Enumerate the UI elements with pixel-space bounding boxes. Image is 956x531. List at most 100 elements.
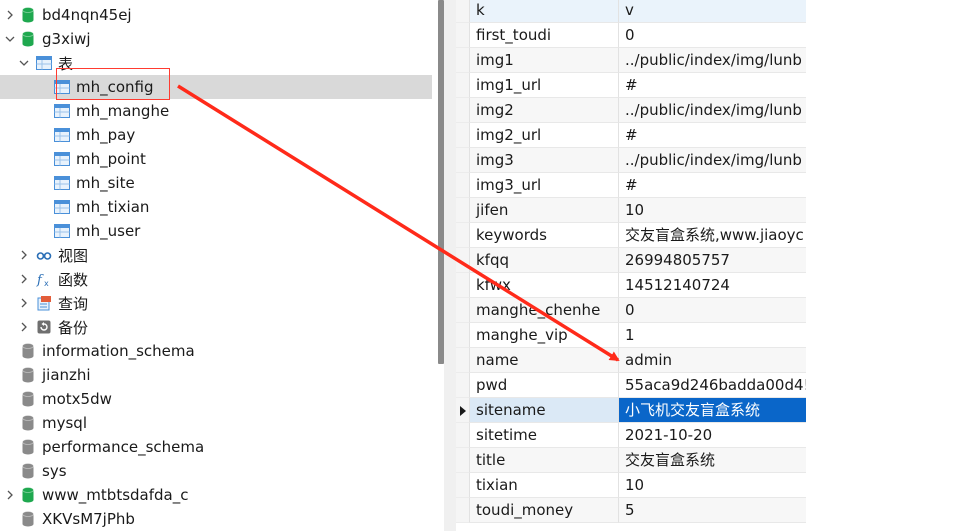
cell-v[interactable]: ../public/index/img/lunb <box>619 98 806 123</box>
row-gutter[interactable] <box>456 123 470 148</box>
cell-v[interactable]: 5 <box>619 498 806 523</box>
cell-v[interactable]: 26994805757 <box>619 248 806 273</box>
cell-k[interactable]: img2 <box>470 98 619 123</box>
row-gutter[interactable] <box>456 0 470 23</box>
tree-item-database[interactable]: g3xiwj <box>0 27 432 51</box>
cell-v[interactable]: admin <box>619 348 806 373</box>
table-row[interactable]: title 交友盲盒系统 <box>456 448 806 473</box>
cell-k[interactable]: kfqq <box>470 248 619 273</box>
cell-k[interactable]: img2_url <box>470 123 619 148</box>
cell-v[interactable]: 2021-10-20 <box>619 423 806 448</box>
row-gutter[interactable] <box>456 498 470 523</box>
table-row[interactable]: jifen 10 <box>456 198 806 223</box>
table-row[interactable]: tixian 10 <box>456 473 806 498</box>
chevron-down-icon[interactable] <box>4 33 16 45</box>
table-row[interactable]: img1_url # <box>456 73 806 98</box>
cell-v[interactable]: # <box>619 173 806 198</box>
cell-k[interactable]: img3 <box>470 148 619 173</box>
cell-v[interactable]: 55aca9d246badda00d4! <box>619 373 806 398</box>
tree-item-database[interactable]: bd4nqn45ej <box>0 3 432 27</box>
chevron-right-icon[interactable] <box>4 9 16 21</box>
cell-v[interactable]: ../public/index/img/lunb <box>619 48 806 73</box>
chevron-right-icon[interactable] <box>18 273 30 285</box>
tree-item-table[interactable]: mh_tixian <box>0 195 432 219</box>
cell-v[interactable]: 14512140724 <box>619 273 806 298</box>
cell-k[interactable]: manghe_vip <box>470 323 619 348</box>
cell-k[interactable]: sitename <box>470 398 619 423</box>
tree-item-database[interactable]: XKVsM7jPhb <box>0 507 432 531</box>
cell-v[interactable]: 0 <box>619 298 806 323</box>
cell-k[interactable]: img3_url <box>470 173 619 198</box>
cell-k[interactable]: kfwx <box>470 273 619 298</box>
row-gutter[interactable] <box>456 323 470 348</box>
table-row[interactable]: pwd 55aca9d246badda00d4! <box>456 373 806 398</box>
tree-item-table[interactable]: mh_pay <box>0 123 432 147</box>
cell-k[interactable]: pwd <box>470 373 619 398</box>
tree-item-group[interactable]: 备份 <box>0 315 432 339</box>
cell-v[interactable]: 小飞机交友盲盒系统 <box>619 398 806 423</box>
cell-v[interactable]: 10 <box>619 473 806 498</box>
cell-v[interactable]: 0 <box>619 23 806 48</box>
cell-v[interactable]: 1 <box>619 323 806 348</box>
row-gutter[interactable] <box>456 223 470 248</box>
cell-v[interactable]: # <box>619 123 806 148</box>
table-row[interactable]: first_toudi 0 <box>456 23 806 48</box>
cell-k[interactable]: title <box>470 448 619 473</box>
table-row[interactable]: name admin <box>456 348 806 373</box>
tree-item-group[interactable]: f x 函数 <box>0 267 432 291</box>
tree-item-database[interactable]: performance_schema <box>0 435 432 459</box>
row-gutter[interactable] <box>456 423 470 448</box>
tree-item-database[interactable]: information_schema <box>0 339 432 363</box>
table-row[interactable]: toudi_money 5 <box>456 498 806 523</box>
tree-item-database[interactable]: www_mtbtsdafda_c <box>0 483 432 507</box>
row-gutter[interactable] <box>456 473 470 498</box>
row-gutter[interactable] <box>456 248 470 273</box>
grid-header-row[interactable]: kv <box>456 0 806 23</box>
row-gutter[interactable] <box>456 98 470 123</box>
cell-k[interactable]: first_toudi <box>470 23 619 48</box>
tree-item-table[interactable]: mh_site <box>0 171 432 195</box>
cell-v[interactable]: 交友盲盒系统 <box>619 448 806 473</box>
table-row[interactable]: sitetime 2021-10-20 <box>456 423 806 448</box>
cell-k[interactable]: jifen <box>470 198 619 223</box>
row-gutter[interactable] <box>456 298 470 323</box>
cell-v[interactable]: # <box>619 73 806 98</box>
cell-k[interactable]: tixian <box>470 473 619 498</box>
row-gutter[interactable] <box>456 198 470 223</box>
table-row[interactable]: keywords 交友盲盒系统,www.jiaoyc <box>456 223 806 248</box>
tree-item-tables-group[interactable]: 表 <box>0 51 432 75</box>
chevron-right-icon[interactable] <box>4 489 16 501</box>
cell-k[interactable]: name <box>470 348 619 373</box>
table-row[interactable]: kfqq 26994805757 <box>456 248 806 273</box>
row-gutter[interactable] <box>456 373 470 398</box>
table-row[interactable]: sitename 小飞机交友盲盒系统 <box>456 398 806 423</box>
cell-k[interactable]: img1 <box>470 48 619 73</box>
tree-item-table[interactable]: mh_manghe <box>0 99 432 123</box>
table-row[interactable]: img3_url # <box>456 173 806 198</box>
table-row[interactable]: kfwx 14512140724 <box>456 273 806 298</box>
tree-item-group[interactable]: 视图 <box>0 243 432 267</box>
tree-item-table[interactable]: mh_config <box>0 75 432 99</box>
cell-k[interactable]: toudi_money <box>470 498 619 523</box>
tree-item-group[interactable]: 查询 <box>0 291 432 315</box>
row-gutter[interactable] <box>456 148 470 173</box>
tree-item-table[interactable]: mh_point <box>0 147 432 171</box>
tree-item-database[interactable]: jianzhi <box>0 363 432 387</box>
table-row[interactable]: manghe_vip 1 <box>456 323 806 348</box>
tree-item-database[interactable]: motx5dw <box>0 387 432 411</box>
row-gutter[interactable] <box>456 273 470 298</box>
row-gutter[interactable] <box>456 448 470 473</box>
navigator-tree[interactable]: bd4nqn45ej g3xiwj 表 mh_config mh_manghe mh_pa… <box>0 0 432 531</box>
row-gutter[interactable] <box>456 398 470 423</box>
table-row[interactable]: manghe_chenhe 0 <box>456 298 806 323</box>
row-gutter[interactable] <box>456 173 470 198</box>
table-row[interactable]: img2 ../public/index/img/lunb <box>456 98 806 123</box>
cell-v[interactable]: 交友盲盒系统,www.jiaoyc <box>619 223 806 248</box>
chevron-right-icon[interactable] <box>18 297 30 309</box>
tree-item-database[interactable]: mysql <box>0 411 432 435</box>
chevron-down-icon[interactable] <box>18 57 30 69</box>
table-row[interactable]: img1 ../public/index/img/lunb <box>456 48 806 73</box>
table-row[interactable]: img2_url # <box>456 123 806 148</box>
column-header-v[interactable]: v <box>619 0 806 23</box>
row-gutter[interactable] <box>456 348 470 373</box>
